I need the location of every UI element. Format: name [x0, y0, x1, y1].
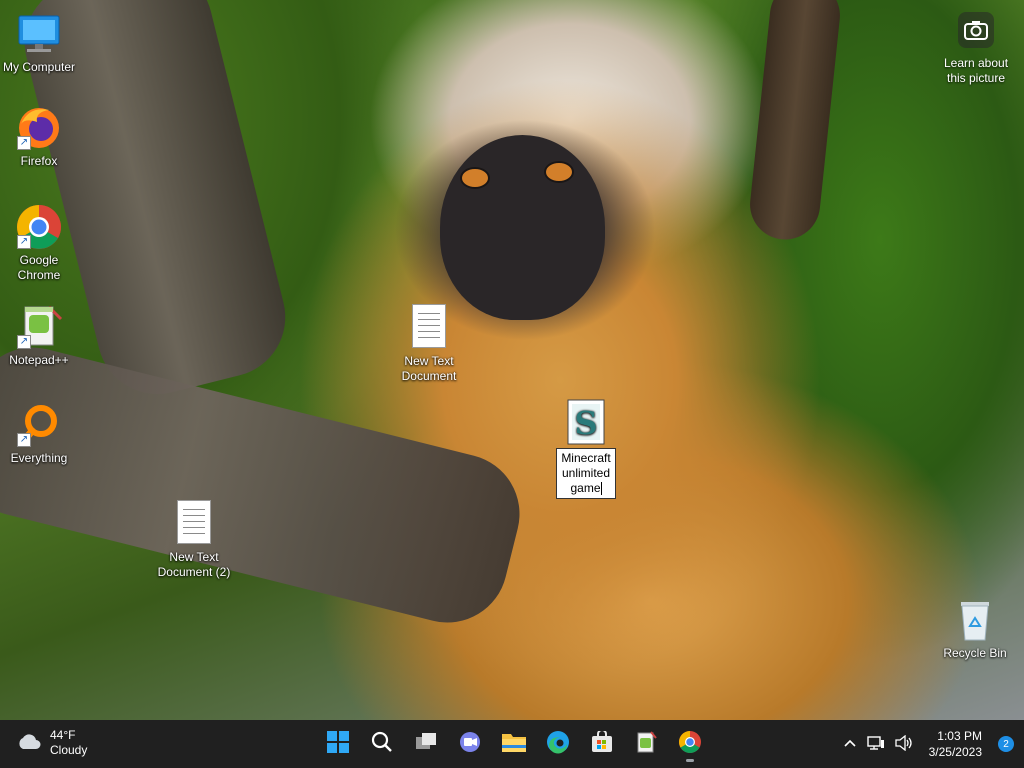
svg-text:S: S	[574, 404, 597, 442]
python-script-icon: S	[562, 398, 610, 446]
file-explorer-button[interactable]	[494, 724, 534, 764]
wallpaper-eye	[460, 167, 490, 189]
learn-label-line1: Learn about	[943, 56, 1009, 70]
learn-about-picture[interactable]: Learn about this picture	[937, 12, 1015, 86]
desktop-icon-my-computer[interactable]: My Computer	[1, 10, 77, 75]
notification-badge[interactable]: 2	[998, 736, 1014, 752]
camera-icon	[958, 12, 994, 48]
firefox-icon: ↗	[15, 104, 63, 152]
store-icon	[591, 728, 613, 758]
weather-widget[interactable]: 44°F Cloudy	[16, 728, 87, 758]
folder-icon	[501, 731, 527, 758]
chrome-icon: ↗	[15, 203, 63, 251]
desktop-icon-notepad-plus-plus[interactable]: ↗ Notepad++	[1, 303, 77, 368]
shortcut-arrow-icon: ↗	[17, 136, 31, 150]
learn-label-line2: this picture	[946, 71, 1006, 85]
desktop-icon-minecraft-unlimited-game[interactable]: S Minecraft unlimited game	[548, 398, 624, 499]
desktop-icon-google-chrome[interactable]: ↗ Google Chrome	[1, 203, 77, 283]
clock-date: 3/25/2023	[928, 745, 982, 759]
search-button[interactable]	[362, 724, 402, 764]
shortcut-arrow-icon: ↗	[17, 235, 31, 249]
text-document-icon	[170, 500, 218, 548]
store-button[interactable]	[582, 724, 622, 764]
notepad-plus-plus-icon	[635, 730, 657, 758]
task-view-icon	[414, 731, 438, 758]
desktop-icon-label: New Text Document (2)	[157, 550, 231, 579]
wallpaper-branch	[746, 0, 844, 243]
edge-icon	[546, 730, 570, 759]
search-icon	[371, 731, 393, 758]
chat-button[interactable]	[450, 724, 490, 764]
desktop-icon-label: Google Chrome	[17, 253, 61, 282]
desktop-icon-label: Notepad++	[9, 353, 69, 367]
edge-button[interactable]	[538, 724, 578, 764]
chrome-taskbar-button[interactable]	[670, 724, 710, 764]
rename-textbox[interactable]: Minecraft unlimited game	[556, 448, 616, 499]
desktop-icon-recycle-bin[interactable]: Recycle Bin	[937, 596, 1013, 661]
teams-chat-icon	[458, 731, 482, 758]
recycle-bin-icon	[951, 596, 999, 644]
chevron-up-icon[interactable]	[843, 737, 857, 751]
notepad-plus-plus-taskbar-button[interactable]	[626, 724, 666, 764]
desktop-icon-new-text-document-2[interactable]: New Text Document (2)	[156, 500, 232, 580]
desktop-icon-label: New Text Document	[401, 354, 457, 383]
task-view-button[interactable]	[406, 724, 446, 764]
chrome-icon	[678, 730, 702, 759]
monitor-icon	[15, 10, 63, 58]
cloud-icon	[16, 732, 42, 754]
weather-condition: Cloudy	[50, 743, 88, 757]
wallpaper-monkey-face	[440, 135, 605, 320]
clock-time: 1:03 PM	[937, 729, 982, 743]
taskbar: 44°F Cloudy 1:03 PM 3/25/2023 2	[0, 720, 1024, 768]
desktop-wallpaper[interactable]	[0, 0, 1024, 720]
desktop-icon-new-text-document[interactable]: New Text Document	[391, 304, 467, 384]
start-button[interactable]	[318, 724, 358, 764]
system-tray: 1:03 PM 3/25/2023 2	[843, 720, 1014, 768]
windows-start-icon	[327, 730, 349, 758]
desktop-icon-label: Firefox	[20, 154, 58, 168]
desktop-icon-everything[interactable]: ↗ Everything	[1, 401, 77, 466]
volume-icon[interactable]	[894, 734, 913, 754]
desktop-icon-firefox[interactable]: ↗ Firefox	[1, 104, 77, 169]
desktop-icon-label: Everything	[10, 451, 68, 465]
everything-search-icon: ↗	[15, 401, 63, 449]
text-caret	[600, 482, 602, 496]
wallpaper-eye	[544, 161, 574, 183]
shortcut-arrow-icon: ↗	[17, 433, 31, 447]
desktop-icon-label: My Computer	[2, 60, 76, 74]
network-icon[interactable]	[866, 735, 885, 754]
taskbar-apps	[318, 724, 710, 764]
notepad-plus-plus-icon: ↗	[15, 303, 63, 351]
shortcut-arrow-icon: ↗	[17, 335, 31, 349]
weather-temp: 44°F	[50, 728, 76, 742]
clock[interactable]: 1:03 PM 3/25/2023	[929, 728, 982, 760]
desktop-icon-label: Recycle Bin	[943, 646, 1007, 660]
text-document-icon	[405, 304, 453, 352]
